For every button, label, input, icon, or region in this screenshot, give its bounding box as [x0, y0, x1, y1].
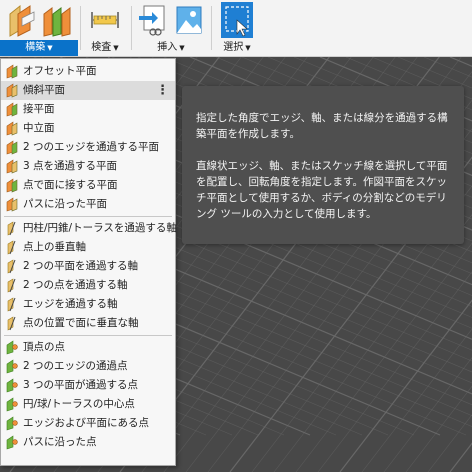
menu-item-label: 点で面に接する平面 [23, 179, 118, 191]
axis-perpendicular-to-face-icon [7, 316, 16, 331]
menu-item[interactable]: 頂点の点 [1, 338, 175, 357]
tooltip-detail: 直線状エッジ、軸、またはスケッチ線を選択して平面を配置し、回転角度を指定します。… [196, 160, 448, 220]
menu-item[interactable]: 接平面 [1, 100, 175, 119]
insert-derive-icon[interactable] [136, 2, 170, 38]
insert-menu-button[interactable]: 挿入 ▼ [134, 40, 208, 56]
plane-tangent-at-point-icon [6, 178, 18, 193]
menu-item-label: 傾斜平面 [23, 84, 65, 96]
menu-item-label: 接平面 [23, 103, 55, 115]
caret-down-icon: ▼ [179, 44, 185, 52]
menu-item-label: 円/球/トーラスの中心点 [23, 398, 135, 410]
point-through-three-planes-icon [6, 378, 18, 393]
construct-menu-button[interactable]: 構築 ▼ [0, 40, 78, 56]
window-select-icon[interactable] [220, 2, 254, 38]
menu-item[interactable]: 中立面 [1, 119, 175, 138]
point-at-vertex-icon [6, 340, 18, 355]
menu-item[interactable]: 2 つのエッジの通過点 [1, 357, 175, 376]
point-at-center-icon [6, 397, 18, 412]
measure-icon[interactable] [88, 2, 122, 38]
menu-item[interactable]: 傾斜平面 ⋮ [1, 81, 175, 100]
plane-at-angle-icon [6, 83, 18, 98]
insert-group: 挿入 ▼ [134, 0, 208, 57]
menu-item-label: 頂点の点 [23, 341, 65, 353]
toolbar-separator [80, 6, 81, 50]
toolbar-separator [211, 6, 212, 50]
ribbon-toolbar: 構築 ▼ 検査 ▼ 挿入 ▼ 選択 ▼ [0, 0, 472, 57]
caret-down-icon: ▼ [113, 44, 119, 52]
menu-item[interactable]: エッジを通過する軸 [1, 295, 175, 314]
axis-through-edge-icon [7, 297, 16, 312]
menu-item[interactable]: エッジおよび平面にある点 [1, 414, 175, 433]
menu-item[interactable]: 2 つのエッジを通過する平面 [1, 138, 175, 157]
point-through-two-edges-icon [6, 359, 18, 374]
plane-through-two-edges-icon [6, 140, 18, 155]
menu-item-label: パスに沿った点 [23, 436, 97, 448]
command-tooltip: 指定した角度でエッジ、軸、または線分を通過する構築平面を作成します。 直線状エッ… [182, 86, 464, 244]
menu-item[interactable]: 円柱/円錐/トーラスを通過する軸 [1, 219, 177, 238]
tooltip-description: 指定した角度でエッジ、軸、または線分を通過する構築平面を作成します。 [196, 112, 448, 140]
select-menu-button[interactable]: 選択 ▼ [214, 40, 260, 56]
menu-item[interactable]: オフセット平面 [1, 62, 175, 81]
menu-item-label: 2 つの点を通過する軸 [23, 279, 128, 291]
menu-item-label: 点上の垂直軸 [23, 241, 86, 253]
inspect-menu-button[interactable]: 検査 ▼ [82, 40, 128, 56]
caret-down-icon: ▼ [47, 44, 53, 52]
menu-item-label: 2 つの平面を通過する軸 [23, 260, 139, 272]
inspect-group: 検査 ▼ [82, 0, 128, 57]
menu-item-label: 中立面 [23, 122, 55, 134]
menu-item-label: エッジを通過する軸 [23, 298, 118, 310]
menu-item-label: 円柱/円錐/トーラスを通過する軸 [23, 222, 177, 234]
menu-item-label: パスに沿った平面 [23, 198, 107, 210]
menu-item-label: 点の位置で面に垂直な軸 [23, 317, 139, 329]
tangent-plane-icon [6, 102, 18, 117]
menu-item-label: 3 点を通過する平面 [23, 160, 118, 172]
point-at-edge-and-plane-icon [6, 416, 18, 431]
caret-down-icon: ▼ [245, 44, 251, 52]
menu-item[interactable]: 3 点を通過する平面 [1, 157, 175, 176]
select-group: 選択 ▼ [214, 0, 260, 57]
axis-perpendicular-at-point-icon [7, 240, 16, 255]
offset-plane-icon [6, 64, 18, 79]
menu-item[interactable]: パスに沿った点 [1, 433, 175, 452]
axis-through-two-planes-icon [7, 259, 16, 274]
toolbar-separator [131, 6, 132, 50]
menu-item[interactable]: パスに沿った平面 [1, 195, 175, 214]
insert-canvas-icon[interactable] [172, 2, 206, 38]
menu-item[interactable]: 2 つの点を通過する軸 [1, 276, 175, 295]
menu-item-label: 2 つのエッジの通過点 [23, 360, 128, 372]
axis-through-cylinder-icon [7, 221, 16, 236]
midplane-icon [6, 121, 18, 136]
menu-item-label: 2 つのエッジを通過する平面 [23, 141, 160, 153]
menu-item[interactable]: 点で面に接する平面 [1, 176, 175, 195]
point-along-path-icon [6, 435, 18, 450]
menu-divider [4, 216, 172, 217]
menu-item-label: 3 つの平面が通過する点 [23, 379, 139, 391]
menu-item[interactable]: 2 つの平面を通過する軸 [1, 257, 175, 276]
menu-divider [4, 335, 172, 336]
plane-along-path-icon [6, 197, 18, 212]
menu-item[interactable]: 点上の垂直軸 [1, 238, 175, 257]
plane-through-three-points-icon [6, 159, 18, 174]
offset-plane-icon[interactable] [4, 2, 38, 38]
axis-through-two-points-icon [7, 278, 16, 293]
menu-item[interactable]: 3 つの平面が通過する点 [1, 376, 175, 395]
menu-item[interactable]: 円/球/トーラスの中心点 [1, 395, 175, 414]
menu-item[interactable]: 点の位置で面に垂直な軸 [1, 314, 175, 333]
construct-dropdown-menu: オフセット平面 傾斜平面 ⋮ 接平面中立面 2 つのエッジを通過する平面 3 点を通過する… [0, 58, 177, 466]
menu-item-label: オフセット平面 [23, 65, 97, 77]
more-options-icon[interactable]: ⋮ [156, 81, 169, 100]
construct-group: 構築 ▼ [0, 0, 78, 57]
menu-item-label: エッジおよび平面にある点 [23, 417, 149, 429]
midplane-icon[interactable] [40, 2, 74, 38]
